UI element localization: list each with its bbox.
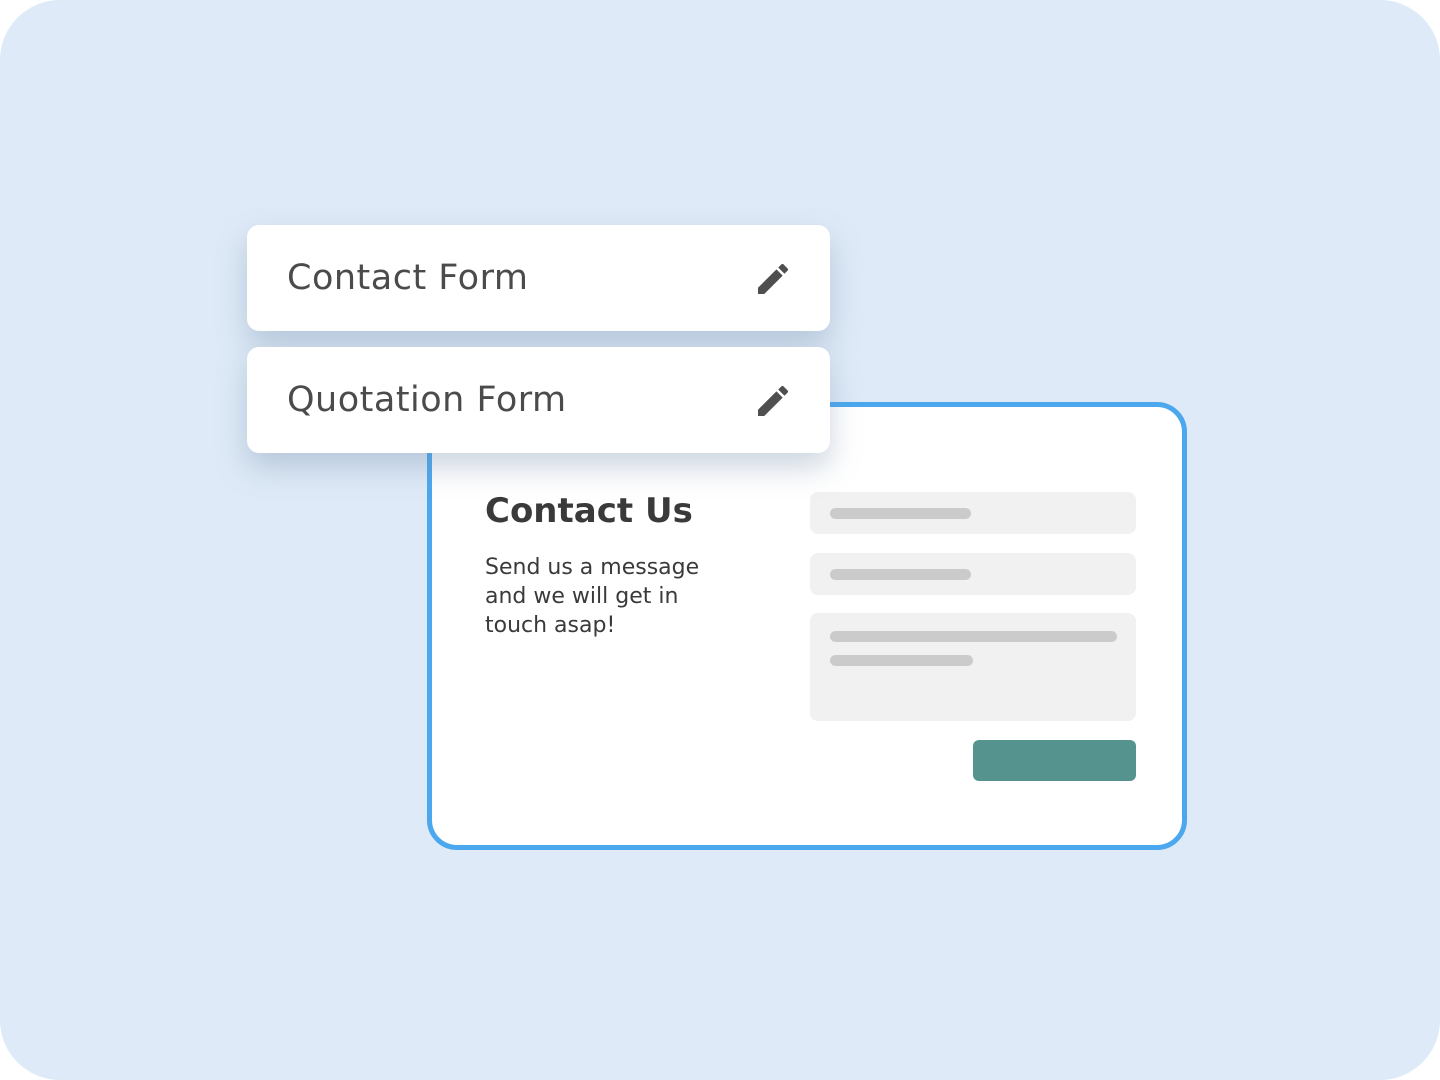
name-field[interactable] (810, 492, 1136, 534)
placeholder-line (830, 508, 971, 519)
canvas-background: Contact Us Send us a message and we will… (0, 0, 1440, 1080)
form-card-label: Contact Form (287, 258, 529, 298)
form-card-label: Quotation Form (287, 380, 567, 420)
placeholder-line (830, 655, 973, 666)
preview-title: Contact Us (485, 491, 693, 531)
message-field[interactable] (810, 613, 1136, 721)
email-field[interactable] (810, 553, 1136, 595)
preview-description: Send us a message and we will get in tou… (485, 555, 700, 638)
form-card-quotation[interactable]: Quotation Form (247, 347, 830, 453)
placeholder-line (830, 631, 1117, 642)
placeholder-line (830, 569, 971, 580)
pencil-icon[interactable] (753, 259, 793, 299)
submit-button[interactable] (973, 740, 1136, 781)
pencil-icon[interactable] (753, 381, 793, 421)
form-card-contact[interactable]: Contact Form (247, 225, 830, 331)
form-preview: Contact Us Send us a message and we will… (427, 402, 1187, 850)
